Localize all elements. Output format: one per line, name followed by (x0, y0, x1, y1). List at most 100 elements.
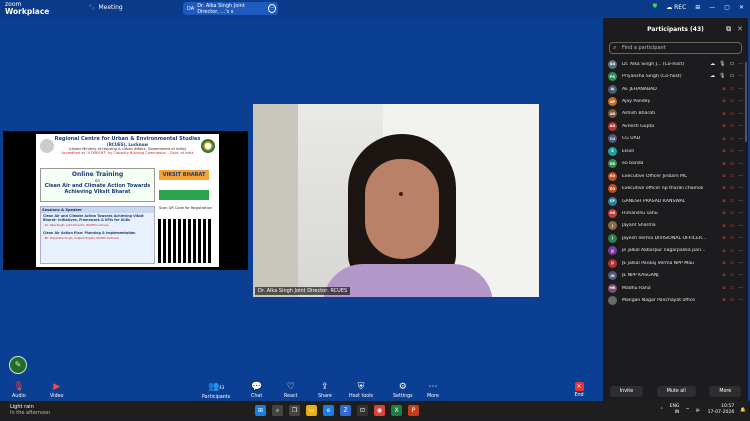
more-options-icon[interactable]: ··· (738, 73, 743, 79)
more-options-icon[interactable]: ··· (738, 173, 743, 179)
video-off-icon[interactable]: ▭ (729, 161, 734, 167)
zoom-app-icon[interactable]: Z (340, 405, 351, 416)
video-off-icon[interactable]: ▭ (729, 248, 734, 254)
more-options-icon[interactable]: ··· (738, 86, 743, 92)
more-options-icon[interactable]: ··· (738, 198, 743, 204)
more-options-icon[interactable]: ··· (738, 297, 743, 303)
shield-icon[interactable]: ⛊ (653, 3, 658, 11)
more-options-icon[interactable]: ··· (738, 185, 743, 191)
react-button[interactable]: ♡ React (284, 382, 298, 399)
participant-row[interactable]: EB eo banda ⌀ ▭ ··· (603, 158, 748, 170)
weather-widget[interactable]: Light rain In the afternoon (10, 404, 50, 416)
close-panel-icon[interactable]: ✕ (737, 25, 743, 34)
participant-row[interactable]: AP Ajay Pandey ⌀ ▭ ··· (603, 95, 748, 107)
video-off-icon[interactable]: ▭ (729, 111, 734, 117)
file-explorer-icon[interactable]: ▭ (306, 405, 317, 416)
popout-icon[interactable]: ⧉ (726, 25, 731, 34)
participant-row[interactable]: E Elson ⌀ ▭ ··· (603, 145, 748, 157)
language-indicator[interactable]: ENG IN (670, 404, 680, 416)
powerpoint-icon[interactable]: P (408, 405, 419, 416)
video-button[interactable]: ▶ Video (50, 382, 63, 399)
more-options-icon[interactable]: ··· (738, 285, 743, 291)
video-off-icon[interactable]: ▭ (729, 173, 734, 179)
rec-indicator[interactable]: ☁ REC (666, 4, 686, 11)
video-off-icon[interactable]: ▭ (729, 285, 734, 291)
notification-icon[interactable]: 🔔 (740, 408, 746, 413)
share-button[interactable]: ⇪ Share (318, 382, 332, 399)
mic-off-icon[interactable]: ⌀ (722, 260, 725, 266)
invite-button[interactable]: Invite (609, 385, 644, 397)
chrome-icon[interactable]: ◉ (374, 405, 385, 416)
participant-row[interactable]: EO Executive Officer Jiribam MC ⌀ ▭ ··· (603, 170, 748, 182)
store-icon[interactable]: ⊡ (357, 405, 368, 416)
mic-off-icon[interactable]: ⌀ (722, 248, 725, 254)
mic-off-icon[interactable]: ⌀ (722, 123, 725, 129)
more-toolbar-button[interactable]: ⋯ More (427, 382, 439, 399)
participant-row[interactable]: JJ JE jalkal Pankaj Verma NPP Mau ⌀ ▭ ··· (603, 257, 748, 269)
participant-row[interactable]: AJ AE JEHANABAD ⌀ ▭ ··· (603, 83, 748, 95)
participant-row[interactable]: PS Priyansha Singh (Co-host) ☁ 🎙 ▭ ··· (603, 70, 748, 82)
participant-row[interactable]: AG Avnesh Gupta ⌀ ▭ ··· (603, 120, 748, 132)
more-options-icon[interactable]: ··· (738, 136, 743, 142)
mute-all-button[interactable]: Mute all (656, 385, 696, 397)
more-options-icon[interactable]: ··· (738, 272, 743, 278)
mic-off-icon[interactable]: ⌀ (722, 98, 725, 104)
mic-off-icon[interactable]: ⌀ (722, 223, 725, 229)
video-off-icon[interactable]: ▭ (729, 98, 734, 104)
video-off-icon[interactable]: ▭ (729, 123, 734, 129)
wifi-icon[interactable]: ⌔ (686, 407, 690, 413)
video-off-icon[interactable]: ▭ (729, 272, 734, 278)
excel-icon[interactable]: X (391, 405, 402, 416)
end-button[interactable]: ✕ End (570, 382, 588, 398)
host-tools-button[interactable]: ⛨ Host tools (349, 382, 373, 399)
mic-off-icon[interactable]: ⌀ (722, 272, 725, 278)
more-button[interactable]: More (709, 385, 742, 397)
participant-row[interactable]: JN JE NPP KASGANJ ⌀ ▭ ··· (603, 269, 748, 281)
windows-start-icon[interactable]: ⊞ (255, 405, 266, 416)
more-options-icon[interactable]: ··· (738, 111, 743, 117)
video-icon[interactable]: ▭ (729, 61, 734, 67)
edge-icon[interactable]: e (323, 405, 334, 416)
more-options-icon[interactable]: ··· (738, 210, 743, 216)
mic-off-icon[interactable]: ⌀ (722, 111, 725, 117)
mic-off-icon[interactable]: ⌀ (722, 185, 725, 191)
participant-row[interactable]: DA Dr. Alka Singh J... (Co-host) ☁ 🎙 ▭ ··· (603, 58, 748, 70)
mic-off-icon[interactable]: ⌀ (722, 297, 725, 303)
video-off-icon[interactable]: ▭ (729, 210, 734, 216)
mic-off-icon[interactable]: ⌀ (722, 86, 725, 92)
share-tab[interactable]: DA Dr. Alka Singh Joint Director, ...'s … (183, 2, 278, 15)
video-icon[interactable]: ▭ (729, 73, 734, 79)
mic-off-icon[interactable]: ⌀ (722, 285, 725, 291)
mic-icon[interactable]: 🎙 (719, 73, 725, 79)
mic-off-icon[interactable]: ⌀ (722, 161, 725, 167)
minimize-icon[interactable]: — (709, 4, 715, 11)
participant-row[interactable]: J Jayant Sharma ⌀ ▭ ··· (603, 220, 748, 232)
participant-row[interactable]: JJ je jalkal Akbarpur nagarpalika pari...… (603, 245, 748, 257)
more-options-icon[interactable]: ··· (738, 260, 743, 266)
clock[interactable]: 10:57 17-07-2026 (708, 404, 735, 416)
video-off-icon[interactable]: ▭ (729, 185, 734, 191)
more-options-icon[interactable]: ··· (738, 61, 743, 67)
settings-button[interactable]: ⚙ Settings (393, 382, 413, 399)
video-off-icon[interactable]: ▭ (729, 235, 734, 241)
audio-button[interactable]: 🎙 Audio (12, 382, 26, 399)
mic-off-icon[interactable]: ⌀ (722, 148, 725, 154)
participant-row[interactable]: J Jayesh Verma DIVISIONAL OFFICER... ⌀ ▭ ··· (603, 232, 748, 244)
participant-row[interactable]: Mangan Nagar Panchayat office ⌀ ▭ ··· (603, 294, 748, 306)
video-off-icon[interactable]: ▭ (729, 297, 734, 303)
mic-off-icon[interactable]: ⌀ (722, 210, 725, 216)
more-options-icon[interactable]: ··· (738, 235, 743, 241)
participant-row[interactable]: EO Executive officer np tharali chamoli ⌀ ▭… (603, 182, 748, 194)
participants-button[interactable]: 👥43 Participants (202, 382, 230, 400)
video-off-icon[interactable]: ▭ (729, 148, 734, 154)
speaker-video[interactable]: Dr. Alka Singh Joint Director, RCUES (253, 104, 539, 297)
video-off-icon[interactable]: ▭ (729, 136, 734, 142)
mic-off-icon[interactable]: ⌀ (722, 136, 725, 142)
video-off-icon[interactable]: ▭ (729, 223, 734, 229)
more-options-icon[interactable]: ··· (738, 223, 743, 229)
more-options-icon[interactable]: ··· (738, 98, 743, 104)
participant-row[interactable]: CU CG UAD ⌀ ▭ ··· (603, 133, 748, 145)
annotate-pen-icon[interactable]: ✎ (9, 356, 27, 374)
more-options-icon[interactable]: ··· (738, 161, 743, 167)
mic-off-icon[interactable]: ⌀ (722, 198, 725, 204)
